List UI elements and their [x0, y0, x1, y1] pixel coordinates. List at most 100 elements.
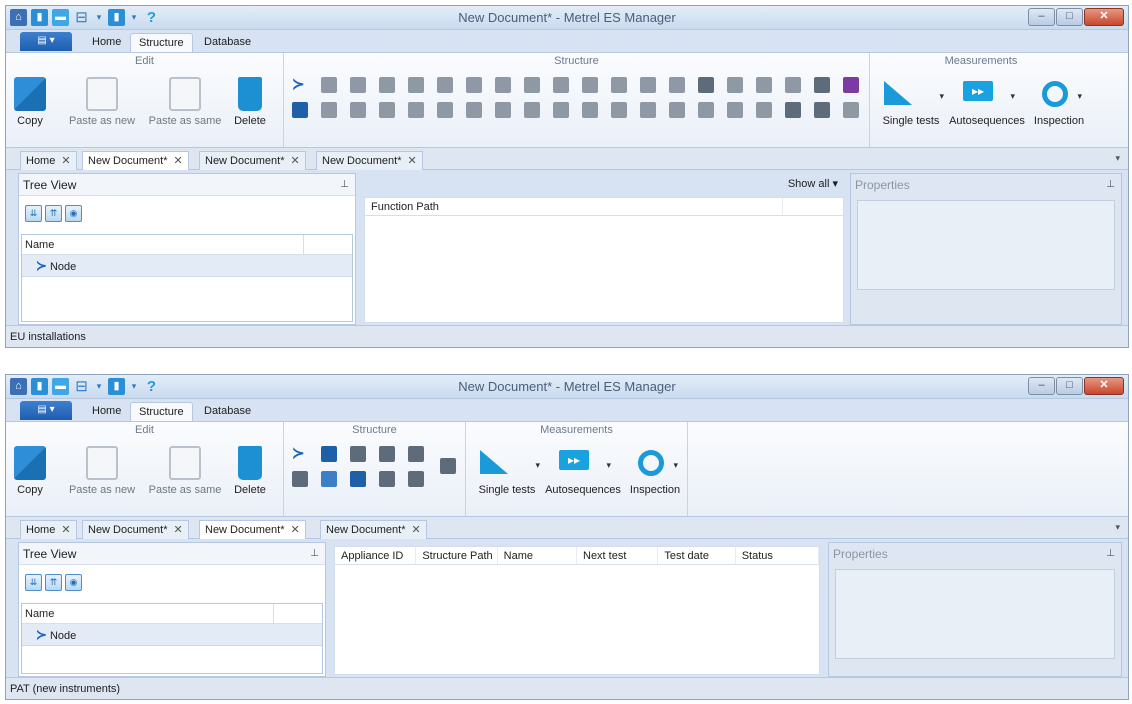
inspection-button[interactable]: ▾ Inspection — [1032, 73, 1086, 127]
structure-item-icon[interactable] — [698, 77, 714, 93]
close-tab-icon[interactable]: ✕ — [290, 524, 299, 536]
structure-item-icon[interactable] — [408, 102, 424, 118]
tab-list-dropdown-icon[interactable]: ▾ — [1115, 522, 1120, 533]
tab-home[interactable]: Home — [84, 33, 129, 52]
pin-icon[interactable]: ⊥ — [340, 174, 349, 196]
close-tab-icon[interactable]: ✕ — [173, 155, 182, 167]
structure-item-icon[interactable] — [785, 102, 801, 118]
tab-structure[interactable]: Structure — [130, 402, 193, 421]
close-button[interactable]: ✕ — [1084, 377, 1124, 395]
doc-tab-document[interactable]: New Document* ✕ — [320, 520, 427, 539]
pin-icon[interactable]: ⊥ — [310, 543, 319, 565]
inspection-button[interactable]: ▾ Inspection — [628, 442, 682, 496]
close-tab-icon[interactable]: ✕ — [173, 524, 182, 536]
tab-home[interactable]: Home — [84, 402, 129, 421]
maximize-button[interactable]: □ — [1056, 8, 1083, 26]
structure-item-icon[interactable] — [408, 471, 424, 487]
structure-item-icon[interactable] — [437, 102, 453, 118]
paste-as-same-button[interactable]: Paste as same — [144, 440, 226, 496]
close-tab-icon[interactable]: ✕ — [290, 155, 299, 167]
tree-node-row[interactable]: ≻ Node — [22, 624, 322, 646]
structure-item-icon[interactable] — [669, 77, 685, 93]
structure-item-icon[interactable] — [379, 77, 395, 93]
structure-item-icon[interactable] — [466, 102, 482, 118]
doc-tab-home[interactable]: Home ✕ — [20, 151, 77, 170]
structure-item-icon[interactable] — [350, 77, 366, 93]
structure-item-icon[interactable] — [321, 102, 337, 118]
close-tab-icon[interactable]: ✕ — [407, 155, 416, 167]
expand-all-icon[interactable]: ⇊ — [25, 574, 42, 591]
doc-tab-document[interactable]: New Document* ✕ — [199, 151, 306, 170]
pin-icon[interactable]: ⊥ — [1106, 174, 1115, 196]
structure-item-icon[interactable] — [350, 102, 366, 118]
single-tests-button[interactable]: ▾ Single tests — [878, 73, 944, 127]
column-status[interactable]: Status — [736, 547, 819, 564]
structure-item-icon[interactable] — [495, 102, 511, 118]
doc-tab-document[interactable]: New Document* ✕ — [82, 520, 189, 539]
structure-item-icon[interactable] — [843, 102, 859, 118]
autosequences-button[interactable]: ▸▸ ▾ Autosequences — [542, 442, 624, 496]
close-tab-icon[interactable]: ✕ — [411, 524, 420, 536]
single-tests-button[interactable]: ▾ Single tests — [474, 442, 540, 496]
structure-item-icon[interactable] — [524, 102, 540, 118]
close-button[interactable]: ✕ — [1084, 8, 1124, 26]
structure-item-icon[interactable] — [292, 471, 308, 487]
minimize-button[interactable]: – — [1028, 377, 1055, 395]
doc-tab-document[interactable]: New Document* ✕ — [82, 151, 189, 170]
structure-item-icon[interactable] — [727, 102, 743, 118]
search-icon[interactable]: ◉ — [65, 574, 82, 591]
structure-item-icon[interactable] — [553, 102, 569, 118]
column-test-date[interactable]: Test date — [658, 547, 736, 564]
structure-item-icon[interactable] — [640, 102, 656, 118]
copy-button[interactable]: Copy — [12, 440, 48, 496]
structure-item-icon[interactable] — [350, 446, 366, 462]
structure-item-icon[interactable] — [814, 77, 830, 93]
structure-item-icon[interactable] — [321, 446, 337, 462]
copy-button[interactable]: Copy — [12, 71, 48, 127]
structure-item-icon[interactable] — [495, 77, 511, 93]
structure-item-icon[interactable] — [379, 102, 395, 118]
doc-tab-document[interactable]: New Document* ✕ — [199, 520, 306, 539]
structure-item-icon[interactable] — [321, 77, 337, 93]
structure-item-icon[interactable] — [843, 77, 859, 93]
structure-item-icon[interactable] — [553, 77, 569, 93]
structure-item-icon[interactable] — [814, 102, 830, 118]
node-icon[interactable]: ≻ — [292, 446, 308, 462]
structure-item-icon[interactable] — [466, 77, 482, 93]
file-menu-button[interactable]: ▤ ▾ — [20, 401, 72, 420]
node-icon[interactable]: ≻ — [292, 77, 308, 93]
column-name[interactable]: Name — [498, 547, 577, 564]
structure-item-icon[interactable] — [524, 77, 540, 93]
tab-structure[interactable]: Structure — [130, 33, 193, 52]
paste-as-new-button[interactable]: Paste as new — [64, 440, 140, 496]
tree-node-row[interactable]: ≻ Node — [22, 255, 352, 277]
tab-list-dropdown-icon[interactable]: ▾ — [1115, 153, 1120, 164]
structure-item-icon[interactable] — [408, 77, 424, 93]
structure-item-icon[interactable] — [756, 77, 772, 93]
minimize-button[interactable]: – — [1028, 8, 1055, 26]
structure-item-icon[interactable] — [379, 446, 395, 462]
paste-as-same-button[interactable]: Paste as same — [144, 71, 226, 127]
structure-item-icon[interactable] — [379, 471, 395, 487]
column-appliance-id[interactable]: Appliance ID — [335, 547, 417, 564]
structure-item-icon[interactable] — [321, 471, 337, 487]
show-all-dropdown[interactable]: Show all ▾ — [788, 177, 838, 190]
structure-item-icon[interactable] — [756, 102, 772, 118]
structure-item-icon[interactable] — [350, 471, 366, 487]
column-function-path[interactable]: Function Path — [365, 198, 783, 215]
structure-item-icon[interactable] — [669, 102, 685, 118]
collapse-all-icon[interactable]: ⇈ — [45, 574, 62, 591]
structure-item-icon[interactable] — [640, 77, 656, 93]
structure-item-icon[interactable] — [785, 77, 801, 93]
structure-item-icon[interactable] — [611, 77, 627, 93]
structure-item-icon[interactable] — [727, 77, 743, 93]
tab-database[interactable]: Database — [196, 33, 259, 52]
column-structure-path[interactable]: Structure Path — [416, 547, 498, 564]
delete-button[interactable]: Delete — [230, 440, 270, 496]
close-tab-icon[interactable]: ✕ — [61, 155, 70, 167]
paste-as-new-button[interactable]: Paste as new — [64, 71, 140, 127]
maximize-button[interactable]: □ — [1056, 377, 1083, 395]
expand-all-icon[interactable]: ⇊ — [25, 205, 42, 222]
pin-icon[interactable]: ⊥ — [1106, 543, 1115, 565]
structure-item-icon[interactable] — [440, 458, 456, 474]
